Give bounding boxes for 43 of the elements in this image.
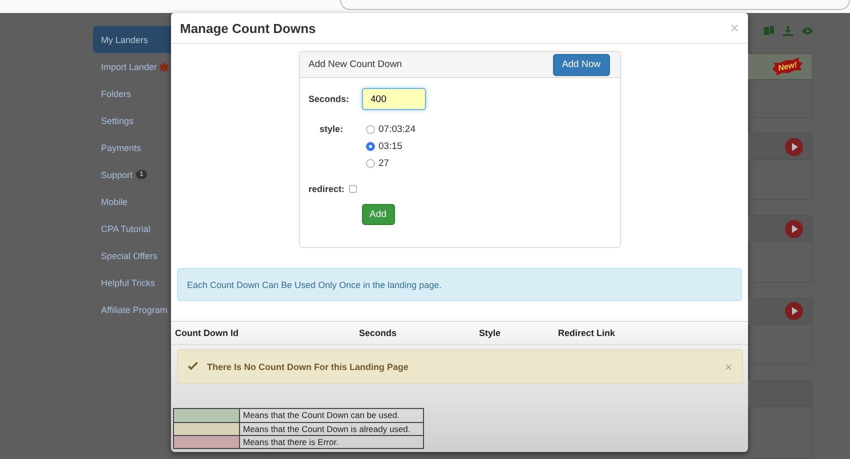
play-icon[interactable] bbox=[785, 302, 803, 320]
add-now-button[interactable]: Add Now bbox=[552, 54, 610, 76]
column-header: Redirect Link bbox=[558, 328, 616, 338]
sidebar-item[interactable]: Special Offers bbox=[93, 242, 171, 269]
style-option[interactable]: 07:03:24 bbox=[366, 124, 416, 135]
dismiss-button[interactable]: × bbox=[724, 360, 732, 374]
column-header: Style bbox=[479, 328, 502, 338]
checkmark-icon bbox=[188, 362, 198, 371]
panel-title: Add New Count Down bbox=[308, 59, 402, 70]
sidebar-item[interactable]: Payments bbox=[93, 134, 171, 161]
search-field[interactable] bbox=[340, 0, 850, 10]
copy-icon[interactable] bbox=[764, 26, 774, 36]
starburst-icon bbox=[160, 62, 170, 72]
add-button[interactable]: Add bbox=[362, 204, 394, 225]
new-badge: New! bbox=[770, 56, 804, 76]
download-icon[interactable] bbox=[783, 26, 793, 36]
sidebar-item[interactable]: My Landers bbox=[93, 26, 171, 53]
legend-text: Means that the Count Down can be used. bbox=[242, 409, 400, 422]
modal-title: Manage Count Downs bbox=[180, 20, 316, 36]
seconds-input[interactable]: 400 bbox=[362, 88, 426, 110]
eye-icon[interactable] bbox=[802, 27, 813, 36]
sidebar-item[interactable]: Affiliate Program bbox=[93, 296, 171, 323]
style-option[interactable]: 27 bbox=[366, 158, 416, 169]
empty-message: There Is No Count Down For this Landing Page bbox=[207, 362, 410, 372]
sidebar-item[interactable]: Folders bbox=[93, 80, 171, 107]
info-alert: Each Count Down Can Be Used Only Once in the landing page. bbox=[177, 268, 742, 301]
seconds-label: Seconds: bbox=[308, 94, 350, 104]
style-label: style: bbox=[318, 124, 344, 134]
redirect-checkbox[interactable] bbox=[348, 185, 357, 193]
column-header: Seconds bbox=[359, 328, 398, 338]
redirect-label: redirect: bbox=[308, 184, 345, 194]
sidebar-item[interactable]: Import Lander bbox=[93, 53, 171, 80]
sidebar-item[interactable]: Helpful Tricks bbox=[93, 269, 171, 296]
sidebar-item[interactable]: Settings bbox=[93, 107, 171, 134]
close-button[interactable]: × bbox=[730, 20, 739, 36]
sidebar-item[interactable]: Mobile bbox=[93, 188, 171, 215]
legend-text: Means that the Count Down is already used. bbox=[242, 423, 410, 435]
play-icon[interactable] bbox=[785, 220, 803, 238]
legend-text: Means that there is Error. bbox=[242, 436, 338, 448]
sidebar-item[interactable]: CPA Tutorial bbox=[93, 215, 171, 242]
column-header: Count Down Id bbox=[175, 328, 240, 338]
style-option[interactable]: 03:15 bbox=[366, 141, 416, 152]
play-icon[interactable] bbox=[785, 138, 803, 156]
